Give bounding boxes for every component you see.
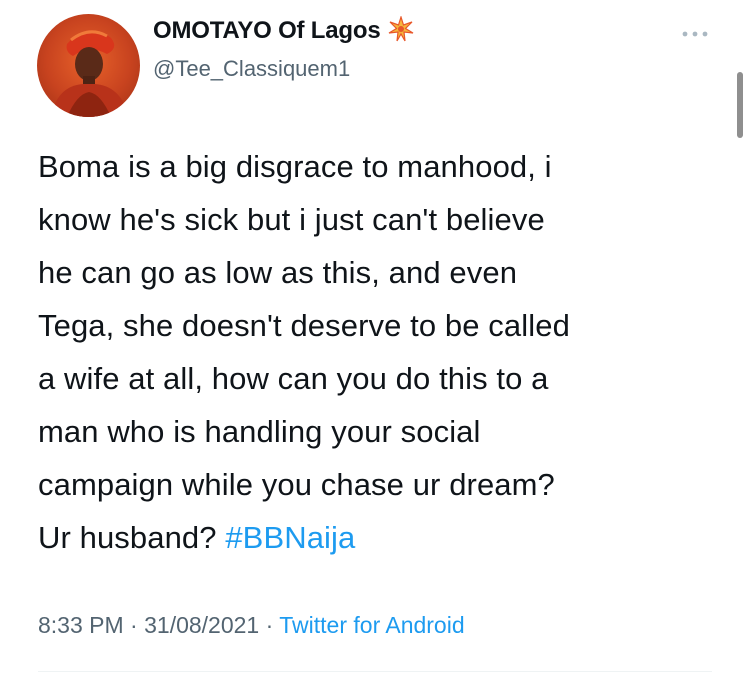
meta-separator: · — [123, 612, 145, 638]
tweet-line: campaign while you chase ur dream? — [38, 467, 555, 502]
tweet-date[interactable]: 31/08/2021 — [144, 612, 259, 638]
tweet-line: man who is handling your social — [38, 414, 481, 449]
tweet-meta: 8:33 PM · 31/08/2021 · Twitter for Andro… — [38, 612, 465, 639]
collision-sparkle-icon — [389, 16, 414, 42]
tweet-source-link[interactable]: Twitter for Android — [279, 612, 464, 638]
tweet-card: OMOTAYO Of Lagos @Tee_Classiquem1 Boma i… — [0, 0, 750, 674]
avatar[interactable] — [37, 14, 140, 117]
scrollbar[interactable] — [737, 72, 743, 138]
tweet-time[interactable]: 8:33 PM — [38, 612, 124, 638]
tweet-line: a wife at all, how can you do this to a — [38, 361, 549, 396]
hashtag-link[interactable]: #BBNaija — [225, 520, 355, 555]
tweet-line-last: Ur husband? #BBNaija — [38, 511, 728, 564]
divider — [38, 671, 712, 672]
tweet-line: Tega, she doesn't deserve to be called — [38, 308, 570, 343]
tweet-line: he can go as low as this, and even — [38, 255, 518, 290]
meta-separator: · — [259, 612, 280, 638]
tweet-line-text: Ur husband? — [38, 520, 226, 555]
display-name-text: OMOTAYO Of Lagos — [153, 17, 381, 44]
tweet-line: know he's sick but i just can't believe — [38, 202, 545, 237]
author-display-name[interactable]: OMOTAYO Of Lagos — [153, 16, 414, 45]
more-dots-icon[interactable] — [680, 28, 710, 40]
tweet-line: Boma is a big disgrace to manhood, i — [38, 149, 552, 184]
tweet-text: Boma is a big disgrace to manhood, i kno… — [38, 140, 728, 564]
avatar-portrait-icon — [51, 30, 129, 117]
author-handle[interactable]: @Tee_Classiquem1 — [153, 56, 350, 82]
